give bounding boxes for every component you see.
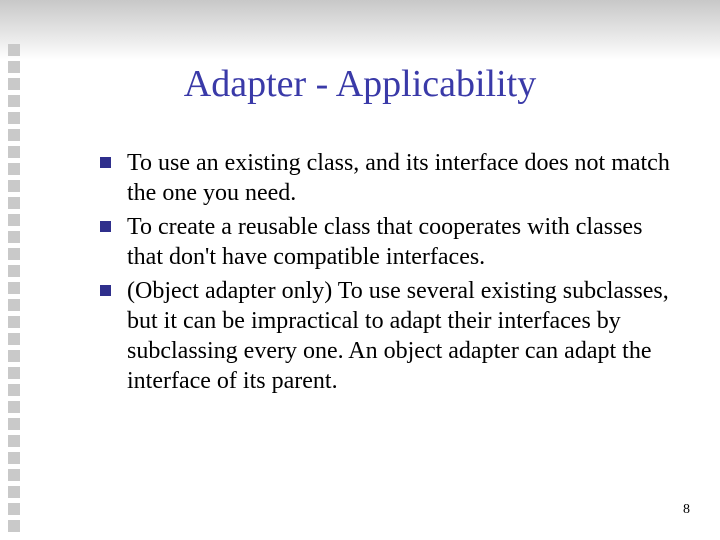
decorative-square-icon [8, 503, 20, 515]
bullet-text: To use an existing class, and its interf… [127, 148, 678, 208]
side-decorative-squares [8, 44, 22, 537]
bullet-text: To create a reusable class that cooperat… [127, 212, 678, 272]
top-gradient-bar [0, 0, 720, 60]
slide-content: To use an existing class, and its interf… [100, 148, 678, 400]
decorative-square-icon [8, 146, 20, 158]
decorative-square-icon [8, 452, 20, 464]
slide-title: Adapter - Applicability [0, 62, 720, 106]
decorative-square-icon [8, 520, 20, 532]
bullet-marker-icon [100, 157, 111, 168]
bullet-text: (Object adapter only) To use several exi… [127, 276, 678, 396]
decorative-square-icon [8, 129, 20, 141]
decorative-square-icon [8, 44, 20, 56]
decorative-square-icon [8, 265, 20, 277]
decorative-square-icon [8, 333, 20, 345]
decorative-square-icon [8, 214, 20, 226]
bullet-item: To use an existing class, and its interf… [100, 148, 678, 208]
bullet-item: (Object adapter only) To use several exi… [100, 276, 678, 396]
decorative-square-icon [8, 180, 20, 192]
bullet-marker-icon [100, 285, 111, 296]
decorative-square-icon [8, 401, 20, 413]
decorative-square-icon [8, 248, 20, 260]
bullet-item: To create a reusable class that cooperat… [100, 212, 678, 272]
decorative-square-icon [8, 316, 20, 328]
decorative-square-icon [8, 112, 20, 124]
decorative-square-icon [8, 350, 20, 362]
page-number: 8 [683, 502, 690, 518]
decorative-square-icon [8, 435, 20, 447]
decorative-square-icon [8, 384, 20, 396]
decorative-square-icon [8, 282, 20, 294]
decorative-square-icon [8, 197, 20, 209]
decorative-square-icon [8, 469, 20, 481]
bullet-marker-icon [100, 221, 111, 232]
decorative-square-icon [8, 299, 20, 311]
decorative-square-icon [8, 486, 20, 498]
decorative-square-icon [8, 367, 20, 379]
decorative-square-icon [8, 418, 20, 430]
decorative-square-icon [8, 231, 20, 243]
decorative-square-icon [8, 163, 20, 175]
